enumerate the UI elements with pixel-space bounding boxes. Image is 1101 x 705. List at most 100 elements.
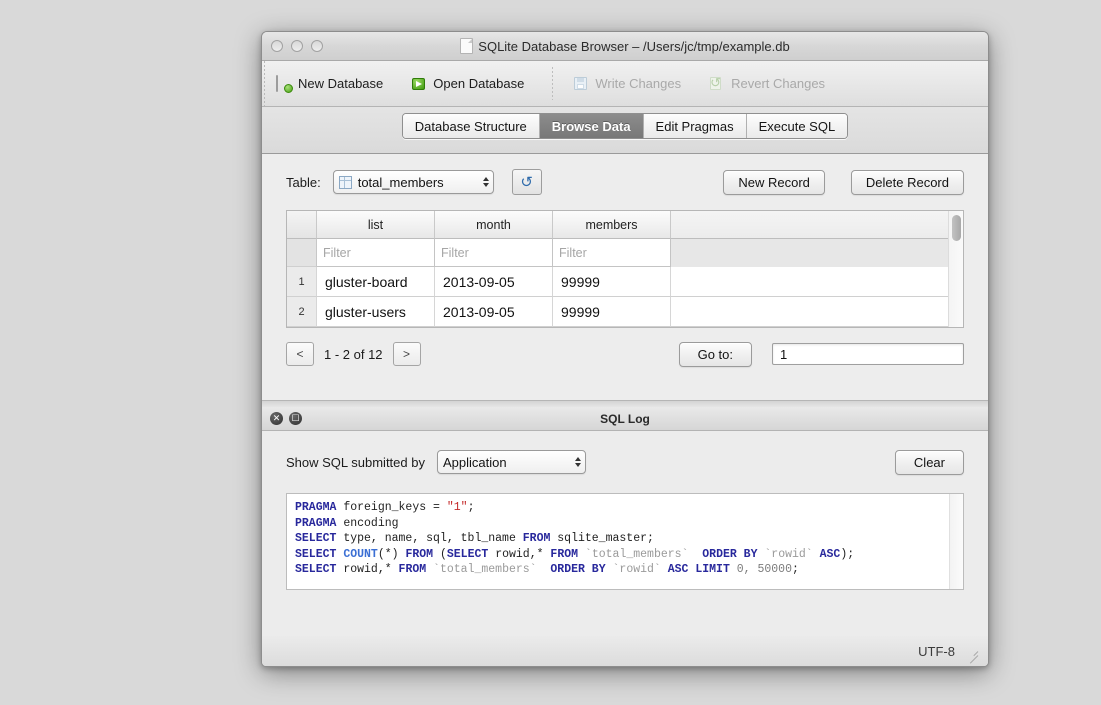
new-record-button[interactable]: New Record xyxy=(723,169,825,195)
column-header-members[interactable]: members xyxy=(553,211,671,239)
table-row[interactable]: 2 gluster-users 2013-09-05 99999 xyxy=(287,297,948,327)
delete-record-button[interactable]: Delete Record xyxy=(850,169,964,195)
dock-splitter[interactable] xyxy=(262,400,988,407)
window-title: SQLite Database Browser – /Users/jc/tmp/… xyxy=(262,38,988,54)
sql-log-line: SELECT rowid,* FROM `total_members` ORDE… xyxy=(295,563,799,576)
tab-browse-data-label: Browse Data xyxy=(551,118,631,134)
cell-list[interactable]: gluster-users xyxy=(317,297,435,327)
cell-month[interactable]: 2013-09-05 xyxy=(435,297,553,327)
table-icon xyxy=(338,175,352,189)
cell-members[interactable]: 99999 xyxy=(553,297,671,327)
column-header-list[interactable]: list xyxy=(317,211,435,239)
refresh-button[interactable]: ↺ xyxy=(511,169,542,195)
new-record-label: New Record xyxy=(738,174,810,190)
new-database-label: New Database xyxy=(298,76,384,91)
table-select-value: total_members xyxy=(357,174,444,190)
grid-vertical-scrollbar[interactable] xyxy=(948,211,963,327)
encoding-label: UTF-8 xyxy=(918,643,955,659)
pagination-row: < 1 - 2 of 12 > Go to: 1 xyxy=(286,328,964,380)
tab-bar: Database Structure Browse Data Edit Prag… xyxy=(262,107,988,154)
cell-members[interactable]: 99999 xyxy=(553,267,671,297)
cell-month[interactable]: 2013-09-05 xyxy=(435,267,553,297)
table-label: Table: xyxy=(286,174,321,190)
show-sql-label: Show SQL submitted by xyxy=(286,454,425,470)
sql-log-controls: Show SQL submitted by Application Clear xyxy=(286,445,964,479)
sql-log-pane: Show SQL submitted by Application Clear … xyxy=(262,431,988,636)
sql-source-select[interactable]: Application xyxy=(436,450,586,474)
refresh-icon: ↺ xyxy=(520,173,533,191)
tab-database-structure[interactable]: Database Structure xyxy=(402,114,540,138)
table-select[interactable]: total_members xyxy=(332,170,494,194)
chevron-updown-icon xyxy=(482,177,489,187)
row-number: 2 xyxy=(287,297,317,327)
tab-execute-sql[interactable]: Execute SQL xyxy=(746,114,848,138)
filter-input-members[interactable]: Filter xyxy=(553,239,671,267)
filter-row: Filter Filter Filter xyxy=(287,239,948,267)
new-database-icon xyxy=(276,74,293,93)
minimize-window-button[interactable] xyxy=(291,40,303,52)
sql-log-content: PRAGMA foreign_keys = "1"; PRAGMA encodin… xyxy=(295,500,949,583)
new-database-button[interactable]: New Database xyxy=(276,74,384,93)
write-changes-label: Write Changes xyxy=(595,76,682,91)
main-toolbar: New Database Open Database Write Changes… xyxy=(262,61,988,107)
status-bar: UTF-8 xyxy=(262,636,988,666)
sql-source-value: Application xyxy=(442,454,507,470)
grid-scrollbar-thumb[interactable] xyxy=(952,215,961,241)
cell-filler xyxy=(671,297,948,327)
table-row[interactable]: 1 gluster-board 2013-09-05 99999 xyxy=(287,267,948,297)
tab-execute-sql-label: Execute SQL xyxy=(758,118,836,134)
application-window: SQLite Database Browser – /Users/jc/tmp/… xyxy=(261,31,989,667)
clear-log-button[interactable]: Clear xyxy=(894,449,964,475)
column-header-filler xyxy=(671,211,948,239)
row-header-corner xyxy=(287,211,317,239)
revert-changes-icon xyxy=(709,75,725,92)
goto-input-value: 1 xyxy=(780,346,788,362)
window-controls xyxy=(271,40,323,52)
sql-log-line: SELECT type, name, sql, tbl_name FROM sq… xyxy=(295,532,654,545)
data-grid[interactable]: list month members Filter Filter Filter … xyxy=(286,210,964,328)
sql-log-line: PRAGMA foreign_keys = "1"; xyxy=(295,501,475,514)
goto-input[interactable]: 1 xyxy=(772,343,964,365)
open-database-label: Open Database xyxy=(433,76,525,91)
filter-input-month[interactable]: Filter xyxy=(435,239,553,267)
tab-edit-pragmas[interactable]: Edit Pragmas xyxy=(643,114,747,138)
goto-label: Go to: xyxy=(697,346,733,362)
sql-log-scrollbar[interactable] xyxy=(949,494,963,589)
sql-log-line: PRAGMA encoding xyxy=(295,516,399,530)
delete-record-label: Delete Record xyxy=(865,174,949,190)
filter-row-gutter xyxy=(287,239,317,267)
resize-grip-icon[interactable] xyxy=(965,645,978,658)
title-bar: SQLite Database Browser – /Users/jc/tmp/… xyxy=(262,32,988,61)
undock-icon[interactable]: ☐ xyxy=(289,412,302,425)
write-changes-button[interactable]: Write Changes xyxy=(573,76,681,92)
next-page-label: > xyxy=(403,347,411,361)
next-page-button[interactable]: > xyxy=(392,342,421,366)
revert-changes-button[interactable]: Revert Changes xyxy=(709,75,826,92)
tab-edit-pragmas-label: Edit Pragmas xyxy=(655,118,734,134)
column-header-row: list month members xyxy=(287,211,948,239)
open-database-icon xyxy=(411,76,427,92)
zoom-window-button[interactable] xyxy=(311,40,323,52)
clear-log-label: Clear xyxy=(913,454,945,470)
write-changes-icon xyxy=(573,76,589,92)
document-icon xyxy=(460,38,474,54)
open-database-button[interactable]: Open Database xyxy=(411,76,524,92)
record-range-text: 1 - 2 of 12 xyxy=(324,346,383,362)
close-icon[interactable]: ✕ xyxy=(270,412,283,425)
toolbar-divider xyxy=(552,67,554,100)
toolbar-grip xyxy=(262,61,268,106)
revert-changes-label: Revert Changes xyxy=(731,76,826,91)
previous-page-label: < xyxy=(296,347,304,361)
cell-list[interactable]: gluster-board xyxy=(317,267,435,297)
tab-group: Database Structure Browse Data Edit Prag… xyxy=(401,113,849,139)
sql-log-title: SQL Log xyxy=(600,411,650,426)
filter-input-list[interactable]: Filter xyxy=(317,239,435,267)
sql-log-textarea[interactable]: PRAGMA foreign_keys = "1"; PRAGMA encodin… xyxy=(286,493,964,590)
window-title-text: SQLite Database Browser – /Users/jc/tmp/… xyxy=(478,38,790,54)
previous-page-button[interactable]: < xyxy=(286,342,314,366)
tab-browse-data[interactable]: Browse Data xyxy=(539,114,644,138)
column-header-month[interactable]: month xyxy=(435,211,553,239)
goto-button[interactable]: Go to: xyxy=(678,341,752,367)
close-window-button[interactable] xyxy=(271,40,283,52)
chevron-updown-icon xyxy=(574,457,581,467)
